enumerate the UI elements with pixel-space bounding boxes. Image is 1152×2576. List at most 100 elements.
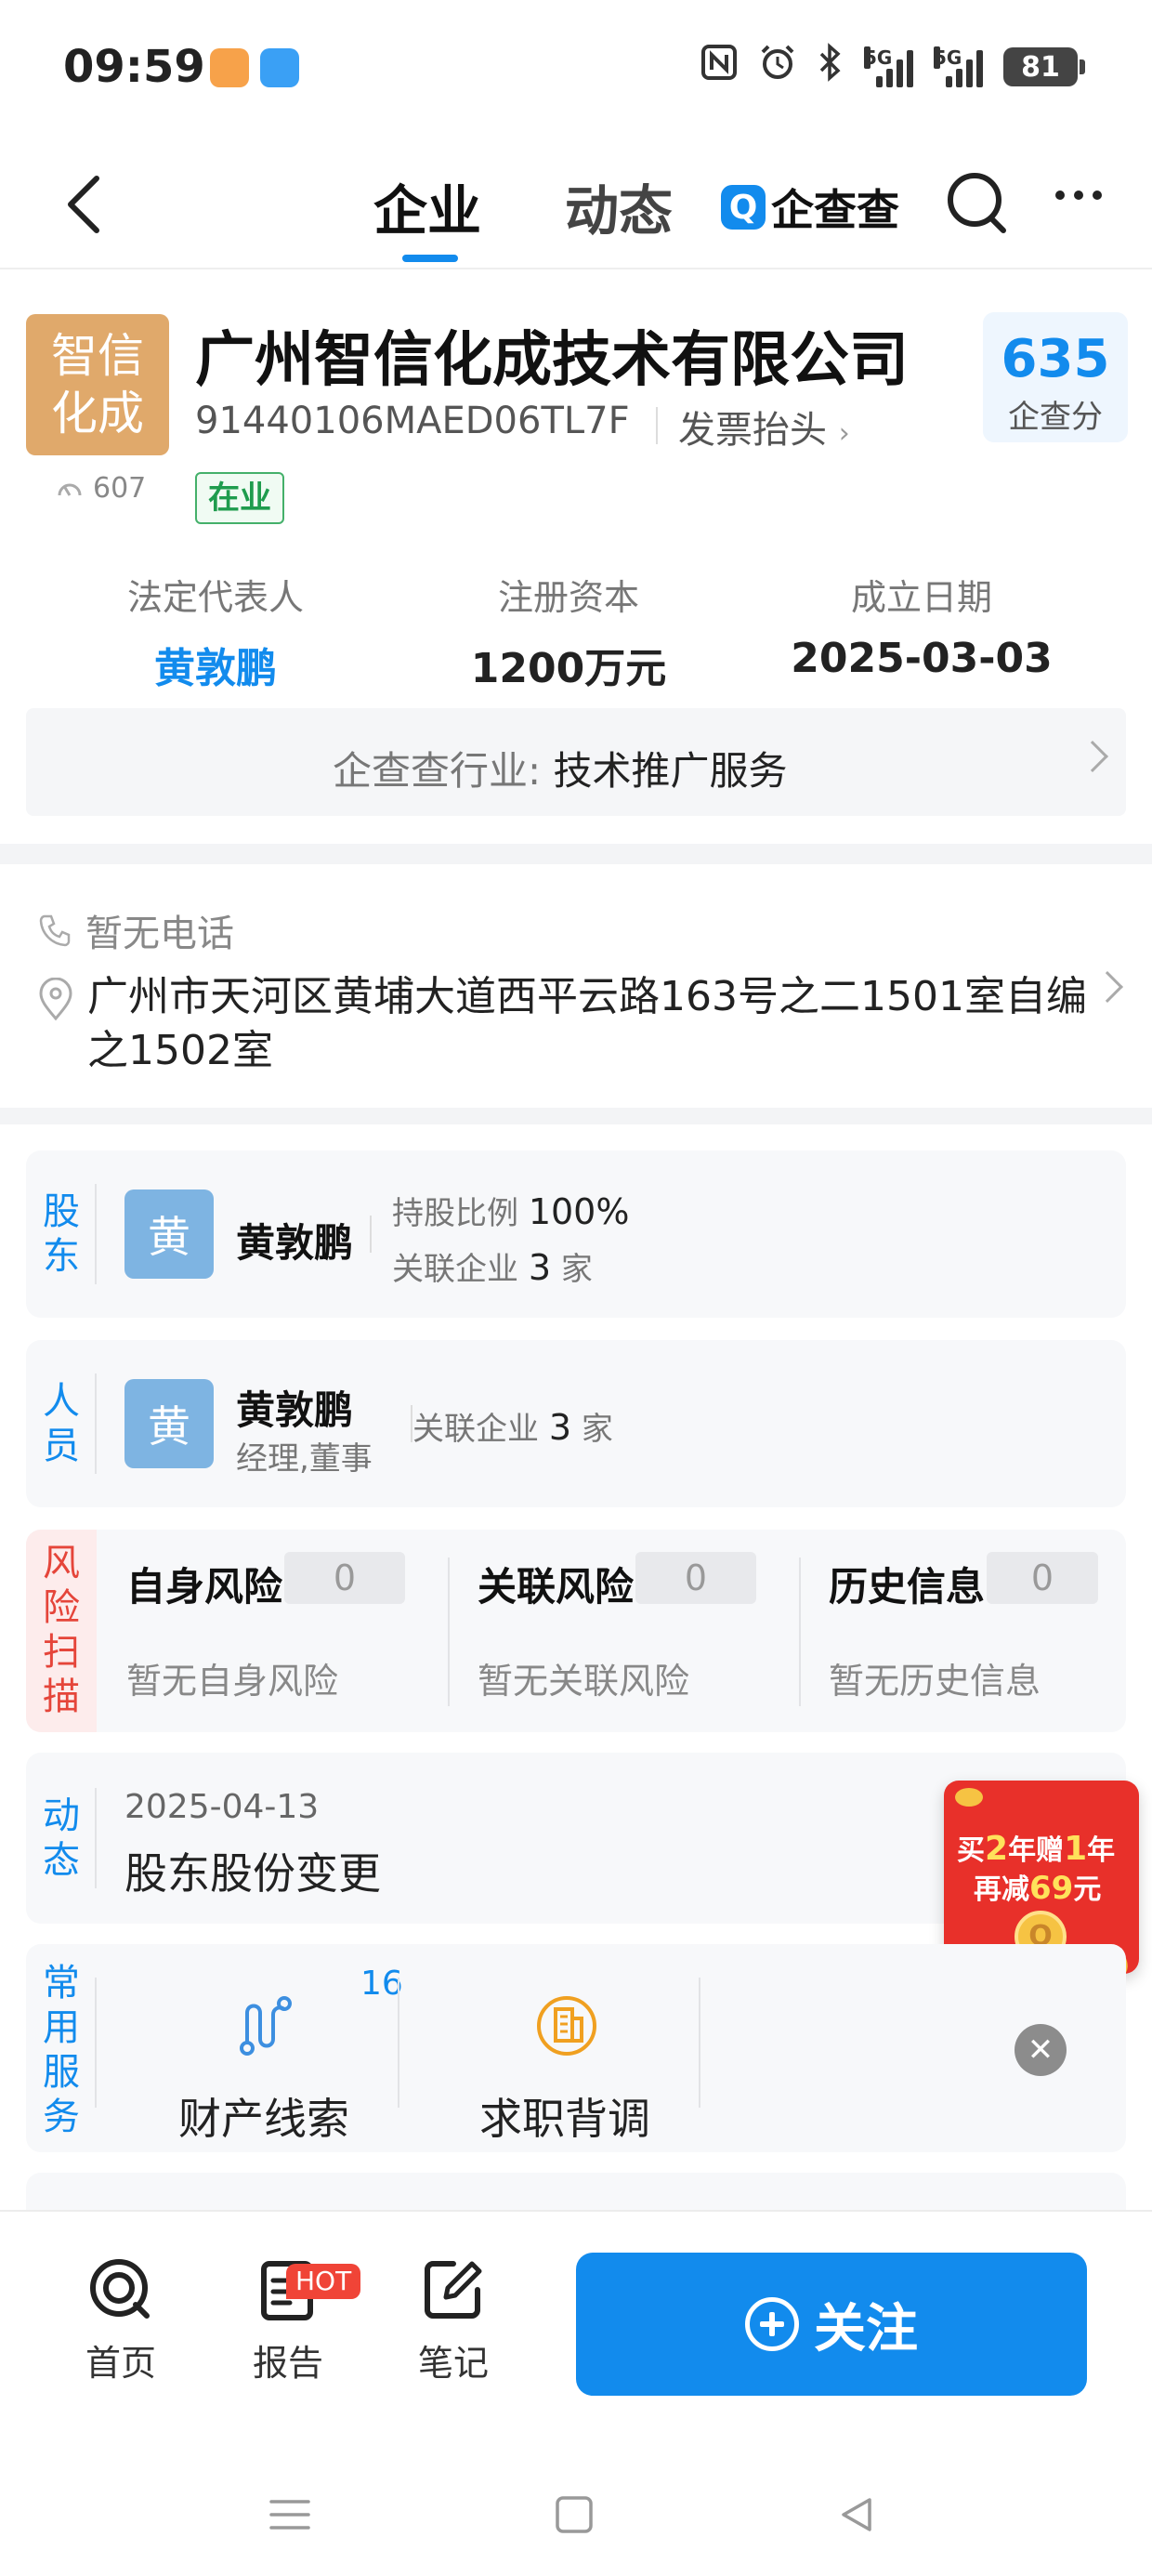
related-unit: 家 [581, 1411, 613, 1448]
personnel-card[interactable]: 人员 黄 黄敦鹏 经理,董事 关联企业 3 家 [26, 1340, 1126, 1507]
promo-text: 年 [1087, 1834, 1116, 1867]
next-section-preview [26, 2173, 1126, 2210]
status-time: 09:59 [63, 41, 205, 93]
legal-rep-block[interactable]: 法定代表人 黄敦鹏 [76, 569, 355, 694]
divider [448, 1557, 450, 1706]
shareholder-card[interactable]: 股东 黄 黄敦鹏 持股比例 100% 关联企业 3 家 [26, 1150, 1126, 1318]
bottom-nav-notes[interactable]: 笔记 [398, 2256, 509, 2385]
service-job-background-check[interactable]: 求职背调 [416, 1944, 713, 2149]
promo-line2: 再减69元 [974, 1866, 1101, 1907]
company-score-card[interactable]: 635 企查分 [983, 312, 1128, 442]
personnel-name[interactable]: 黄敦鹏 [236, 1379, 353, 1436]
divider [656, 407, 658, 444]
risk-scan-tag: 风险扫描 [26, 1530, 97, 1732]
industry-text: 企查查行业: 技术推广服务 [333, 740, 788, 796]
personnel-tag: 人员 [43, 1380, 80, 1467]
address-text: 广州市天河区黄埔大道西平云路163号之二1501室自编之1502室 [87, 973, 1087, 1074]
home-label: 首页 [85, 2343, 156, 2384]
risk-count: 0 [987, 1552, 1098, 1604]
basic-info-row: 法定代表人 黄敦鹏 注册资本 1200万元 成立日期 2025-03-03 [0, 569, 1152, 692]
industry-bar[interactable]: 企查查行业: 技术推广服务 [26, 708, 1126, 816]
promo-text: 买 [957, 1834, 985, 1867]
related-count: 3 [548, 1407, 571, 1448]
more-options-button[interactable] [1055, 191, 1102, 200]
services-tag: 常用服务 [43, 1962, 80, 2138]
logo-text-line2: 化成 [51, 387, 144, 440]
related-label: 关联企业 [412, 1411, 539, 1448]
popularity-icon [58, 483, 82, 496]
phone-icon [39, 914, 71, 947]
tab-dynamics[interactable]: 动态 [565, 167, 673, 245]
promo-number: 2 [985, 1830, 1009, 1868]
back-button[interactable] [56, 167, 111, 242]
divider [95, 1788, 97, 1888]
back-triangle-icon[interactable] [836, 2494, 877, 2535]
credit-code: 91440106MAED06TL7F [195, 400, 630, 442]
dynamics-tag: 动态 [43, 1794, 80, 1882]
status-bar: 09:59 5G 5G 81 [0, 0, 1152, 130]
risk-count: 0 [284, 1552, 405, 1604]
notes-label: 笔记 [417, 2343, 489, 2384]
risk-desc: 暂无自身风险 [126, 1661, 339, 1702]
bottom-nav-home[interactable]: 首页 [65, 2256, 177, 2385]
qcc-logo-icon: Q [721, 185, 766, 230]
follow-button[interactable]: 关注 [576, 2253, 1087, 2396]
shareholder-name[interactable]: 黄敦鹏 [236, 1212, 353, 1268]
active-tab-indicator [402, 255, 458, 262]
service-property-clue[interactable]: 财产线索 [115, 1944, 412, 2149]
section-gap [0, 844, 1152, 864]
risk-desc: 暂无关联风险 [478, 1661, 690, 1702]
signal-tag: 5G [934, 46, 962, 69]
legal-rep-label: 法定代表人 [126, 577, 304, 618]
capital-label: 注册资本 [497, 577, 639, 618]
system-navigation-bar [0, 2453, 1152, 2576]
hot-badge: HOT [286, 2264, 361, 2299]
avatar: 黄 [124, 1379, 214, 1468]
related-count: 3 [528, 1247, 551, 1288]
qcc-brand-logo: Q 企查查 [721, 177, 899, 238]
status-badge: 在业 [195, 472, 284, 524]
home-square-icon[interactable] [554, 2494, 595, 2535]
history-info-block[interactable]: 历史信息 0 暂无历史信息 [808, 1530, 1126, 1732]
related-risk-block[interactable]: 关联风险 0 暂无关联风险 [457, 1530, 805, 1732]
phone-row[interactable]: 暂无电话 [37, 903, 234, 957]
tab-company[interactable]: 企业 [373, 167, 481, 245]
divider [799, 1557, 801, 1706]
chevron-right-icon [1077, 741, 1108, 772]
menu-icon[interactable] [268, 2496, 312, 2533]
risk-desc: 暂无历史信息 [829, 1661, 1041, 1702]
section-gap [0, 1108, 1152, 1124]
battery-icon: 81 [1003, 47, 1085, 86]
ratio-label: 持股比例 [392, 1195, 518, 1232]
risk-title: 关联风险 [478, 1564, 635, 1610]
close-promo-button[interactable]: ✕ [1015, 2024, 1067, 2076]
invoice-header-link[interactable]: 发票抬头 › [678, 400, 850, 453]
contact-section: 暂无电话 广州市天河区黄埔大道西平云路163号之二1501室自编之1502室 [0, 866, 1152, 1119]
self-risk-block[interactable]: 自身风险 0 暂无自身风险 [106, 1530, 453, 1732]
divider [699, 1978, 700, 2108]
signal-tag: 5G [864, 46, 893, 69]
divider [95, 1978, 97, 2108]
founded-block: 成立日期 2025-03-03 [782, 569, 1061, 682]
divider [95, 1184, 97, 1284]
risk-scan-card[interactable]: 风险扫描 自身风险 0 暂无自身风险 关联风险 0 暂无关联风险 历史信息 0 … [26, 1530, 1126, 1732]
service-label: 财产线索 [178, 2094, 349, 2144]
invoice-link-label: 发票抬头 [678, 409, 827, 452]
chevron-right-icon: › [838, 417, 850, 450]
popularity-value: 607 [93, 472, 147, 505]
industry-label: 企查查行业: [333, 748, 542, 794]
search-button[interactable] [944, 169, 1011, 236]
legal-rep-value[interactable]: 黄敦鹏 [76, 635, 355, 694]
shareholder-tag: 股东 [43, 1190, 80, 1278]
notes-icon [425, 2261, 482, 2319]
address-row[interactable]: 广州市天河区黄埔大道西平云路163号之二1501室自编之1502室 [37, 970, 1109, 1078]
shareholder-related: 关联企业 3 家 [392, 1243, 593, 1289]
promo-line1: 买2年赠1年 [957, 1827, 1115, 1868]
phone-text: 暂无电话 [85, 913, 234, 955]
related-unit: 家 [560, 1251, 593, 1288]
top-nav: 企业 动态 Q 企查查 [0, 139, 1152, 269]
founded-value: 2025-03-03 [791, 635, 1053, 682]
bluetooth-icon [818, 43, 844, 91]
add-circle-icon [745, 2297, 799, 2351]
report-label: 报告 [252, 2343, 323, 2384]
